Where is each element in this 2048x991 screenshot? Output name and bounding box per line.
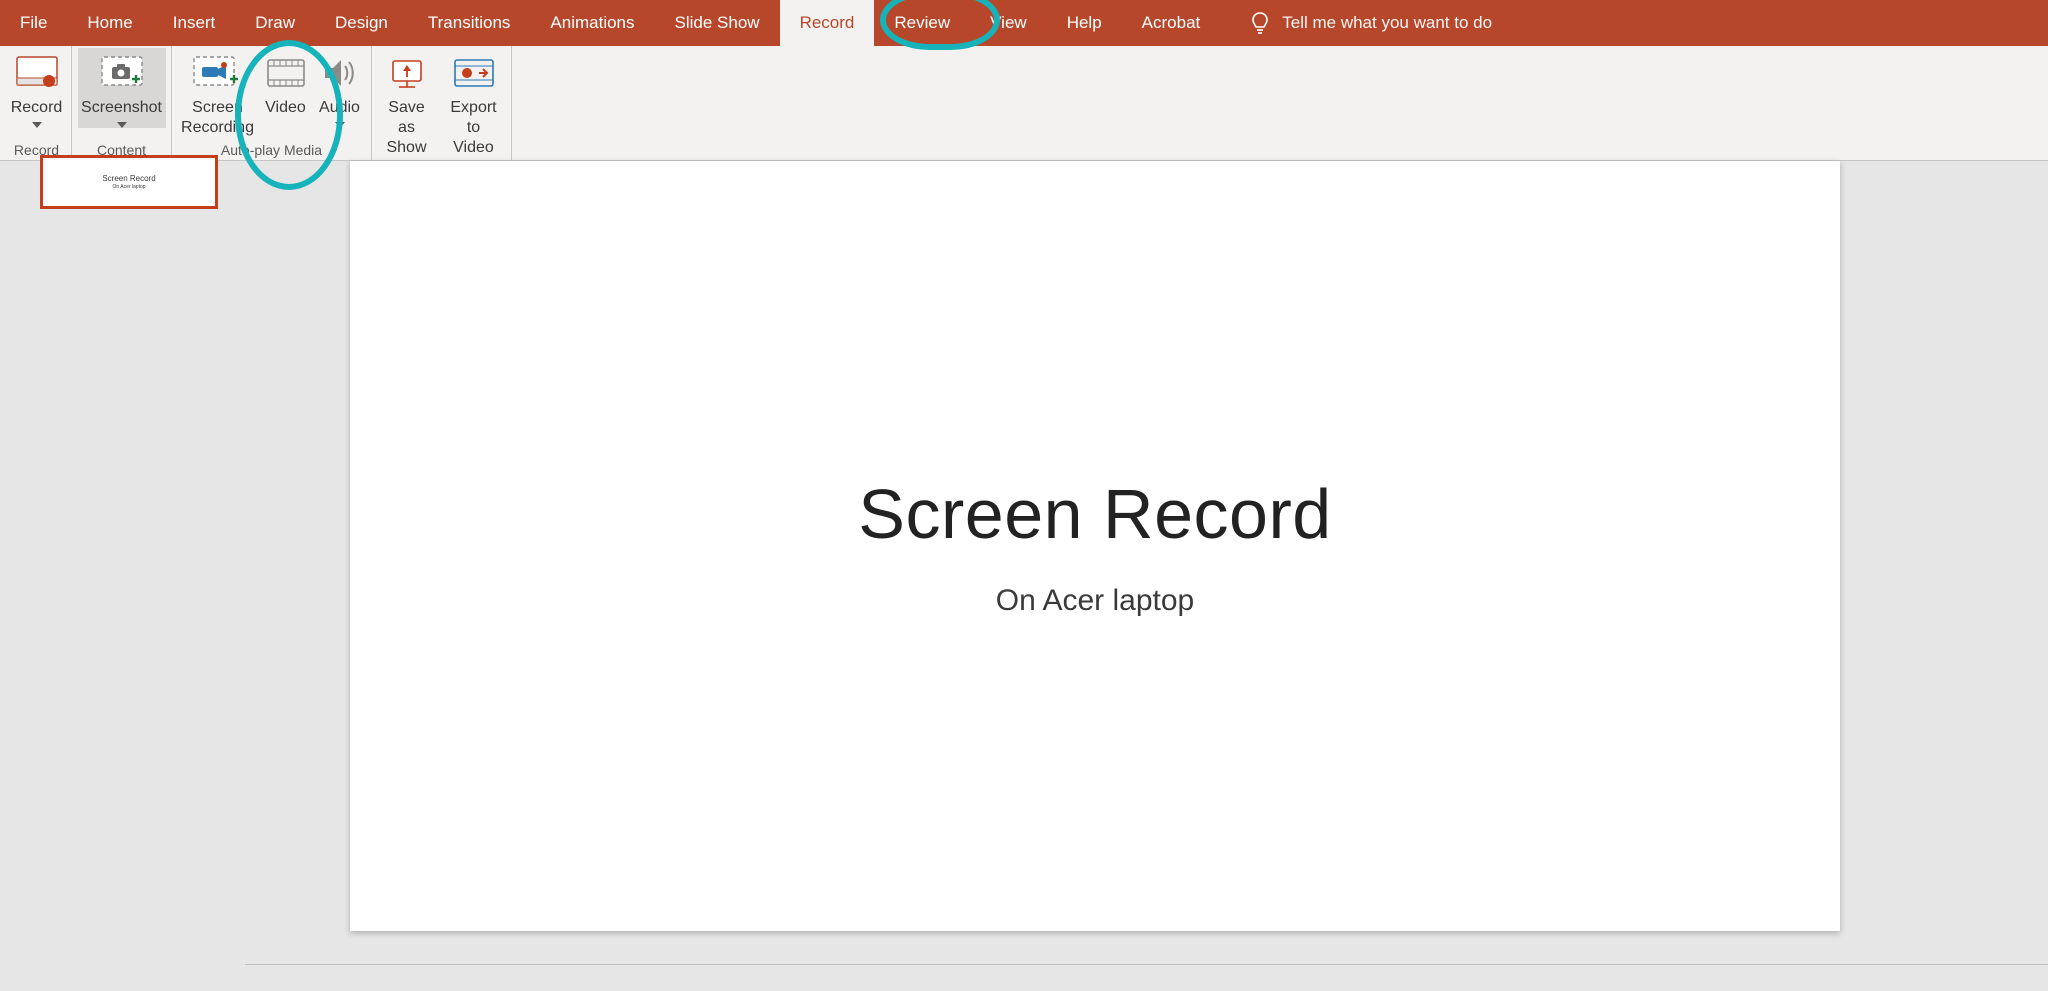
slide-subtitle-text[interactable]: On Acer laptop xyxy=(996,584,1194,618)
slide-title-text[interactable]: Screen Record xyxy=(858,474,1331,554)
video-icon xyxy=(266,52,306,94)
thumb-title: Screen Record xyxy=(102,174,155,183)
tab-design[interactable]: Design xyxy=(315,0,408,46)
export-video-icon xyxy=(453,52,495,94)
status-bar-separator xyxy=(245,964,2048,965)
tab-animations[interactable]: Animations xyxy=(530,0,654,46)
audio-button-label: Audio xyxy=(319,98,360,118)
workspace: Screen Record On Acer laptop Screen Reco… xyxy=(0,161,2048,991)
ribbon: Record Record xyxy=(0,46,2048,161)
save-as-show-icon xyxy=(389,52,425,94)
tab-draw[interactable]: Draw xyxy=(235,0,315,46)
audio-icon xyxy=(321,52,359,94)
tab-file[interactable]: File xyxy=(0,0,67,46)
tab-home[interactable]: Home xyxy=(67,0,152,46)
slide-editor-area[interactable]: Screen Record On Acer laptop xyxy=(245,161,2048,991)
tab-insert[interactable]: Insert xyxy=(153,0,236,46)
screen-recording-button[interactable]: Screen Recording xyxy=(177,48,259,138)
tab-slideshow[interactable]: Slide Show xyxy=(655,0,780,46)
tab-help[interactable]: Help xyxy=(1047,0,1122,46)
chevron-down-icon xyxy=(32,122,42,128)
export-to-video-button[interactable]: Export to Video xyxy=(439,48,509,158)
screen-recording-label-2: Recording xyxy=(181,118,254,138)
tab-transitions[interactable]: Transitions xyxy=(408,0,531,46)
screen-recording-label-1: Screen xyxy=(192,98,243,118)
record-button-label: Record xyxy=(11,98,63,118)
tab-record[interactable]: Record xyxy=(780,0,875,46)
tab-review[interactable]: Review xyxy=(874,0,970,46)
lightbulb-icon xyxy=(1250,11,1270,35)
video-button[interactable]: Video xyxy=(259,48,313,118)
save-as-show-button[interactable]: Save as Show xyxy=(375,48,439,158)
ribbon-tab-strip: File Home Insert Draw Design Transitions… xyxy=(0,0,2048,46)
screenshot-button-label: Screenshot xyxy=(81,98,162,118)
tab-acrobat[interactable]: Acrobat xyxy=(1122,0,1221,46)
slide-thumbnail-1[interactable]: Screen Record On Acer laptop xyxy=(40,155,218,209)
tell-me-search[interactable]: Tell me what you want to do xyxy=(1250,0,1492,46)
save-as-show-label-1: Save as xyxy=(381,98,433,138)
video-button-label: Video xyxy=(265,98,306,118)
screenshot-icon xyxy=(98,52,146,94)
slide-thumbnail-pane[interactable]: Screen Record On Acer laptop xyxy=(0,161,245,991)
record-icon xyxy=(16,52,58,94)
slide-canvas[interactable]: Screen Record On Acer laptop xyxy=(350,161,1840,931)
group-label-autoplay: Auto-play Media xyxy=(221,142,322,160)
chevron-down-icon xyxy=(335,122,345,128)
screen-recording-icon xyxy=(192,52,244,94)
export-label-1: Export xyxy=(450,98,496,118)
tab-view[interactable]: View xyxy=(970,0,1047,46)
export-label-2: to Video xyxy=(445,118,503,158)
chevron-down-icon xyxy=(117,122,127,128)
tell-me-label: Tell me what you want to do xyxy=(1282,13,1492,33)
save-as-show-label-2: Show xyxy=(386,138,426,158)
thumb-subtitle: On Acer laptop xyxy=(112,184,145,190)
screenshot-button[interactable]: Screenshot xyxy=(78,48,166,128)
audio-button[interactable]: Audio xyxy=(313,48,367,128)
record-button[interactable]: Record xyxy=(7,48,67,128)
